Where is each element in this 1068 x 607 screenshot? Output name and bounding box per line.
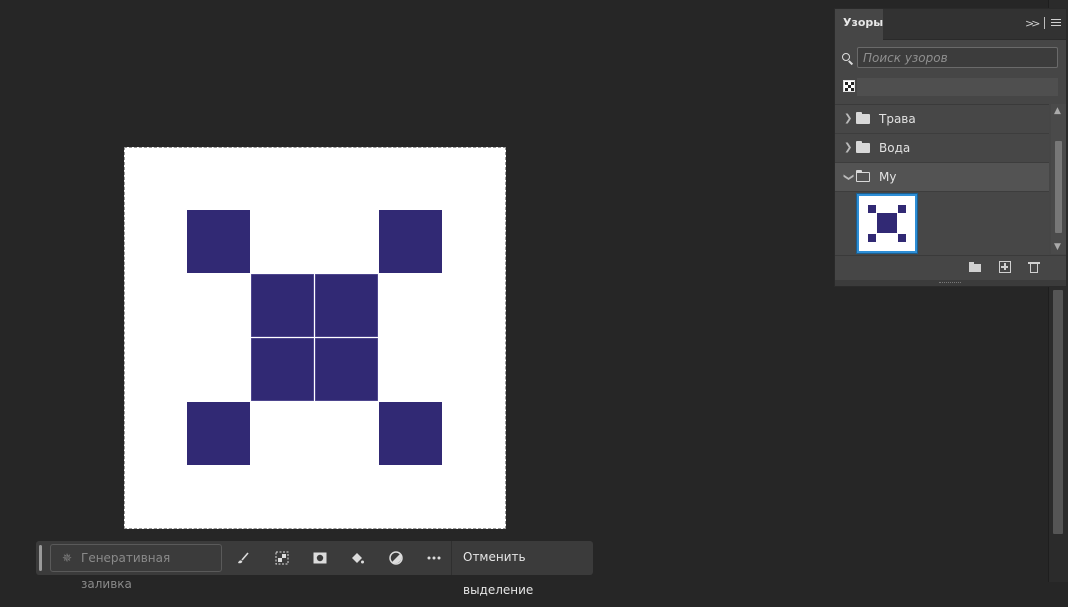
- pattern-square: [315, 274, 378, 337]
- divider: [1044, 17, 1045, 29]
- pattern-square: [379, 402, 442, 465]
- chevron-right-icon[interactable]: ❯: [844, 105, 852, 133]
- new-pattern-icon[interactable]: [999, 261, 1011, 273]
- sparkle-icon: ✵: [62, 551, 73, 565]
- pattern-grid: [835, 192, 1049, 257]
- folder-icon: [856, 141, 870, 153]
- pattern-square: [379, 210, 442, 273]
- taskbar-drag-handle[interactable]: [39, 545, 42, 571]
- document-canvas[interactable]: [124, 147, 506, 529]
- adjustment-icon[interactable]: [388, 550, 404, 566]
- pattern-tile-selected[interactable]: [856, 193, 918, 254]
- pattern-square: [187, 402, 250, 465]
- deselect-button[interactable]: Отменить выделение: [454, 541, 593, 597]
- pattern-square: [251, 274, 314, 337]
- chevron-right-icon[interactable]: ❯: [844, 134, 852, 162]
- pattern-square: [187, 210, 250, 273]
- search-row: [835, 40, 1066, 76]
- folder-icon: [856, 112, 870, 124]
- search-icon: [842, 53, 850, 61]
- scroll-up-icon[interactable]: ▲: [1054, 106, 1061, 116]
- recent-patterns-strip: [857, 78, 1058, 96]
- tab-patterns[interactable]: Узоры: [835, 9, 883, 40]
- generative-fill-button[interactable]: ✵ Генеративная заливка: [50, 544, 222, 591]
- panel-footer: [835, 255, 1066, 280]
- group-row-my[interactable]: ❯ My: [835, 163, 1049, 192]
- open-folder-icon: [855, 169, 870, 182]
- collapse-icon[interactable]: >>: [1025, 17, 1041, 30]
- workspace-scrollbar-thumb[interactable]: [1053, 290, 1063, 534]
- group-label: My: [879, 170, 897, 184]
- list-scrollbar[interactable]: ▲ ▼: [1051, 104, 1066, 254]
- new-group-icon[interactable]: [969, 261, 982, 274]
- panel-resize-grip[interactable]: [835, 280, 1066, 286]
- generative-fill-label: Генеративная заливка: [81, 551, 171, 591]
- panel-menu-icon[interactable]: [1051, 19, 1061, 28]
- fill-icon[interactable]: [349, 550, 365, 566]
- trash-icon[interactable]: [1028, 261, 1041, 274]
- pattern-square: [251, 338, 314, 401]
- mask-icon[interactable]: [312, 550, 328, 566]
- search-input[interactable]: [857, 47, 1058, 68]
- transform-selection-icon[interactable]: [274, 550, 290, 566]
- panel-tab-bar: Узоры >>: [835, 9, 1066, 40]
- group-label: Вода: [879, 141, 911, 155]
- patterns-panel: Узоры >> ❯ Трава ❯ Вода ❯ My: [834, 8, 1067, 287]
- list-scrollbar-thumb[interactable]: [1055, 141, 1062, 233]
- group-row-grass[interactable]: ❯ Трава: [835, 105, 1049, 134]
- contextual-taskbar: ✵ Генеративная заливка Отменить выделени…: [36, 541, 593, 597]
- pattern-square: [315, 338, 378, 401]
- pattern-groups-list: ❯ Трава ❯ Вода ❯ My: [835, 104, 1049, 255]
- group-label: Трава: [879, 112, 916, 126]
- recent-patterns-row: [835, 76, 1066, 100]
- brush-icon[interactable]: [235, 550, 251, 566]
- divider: [451, 541, 452, 575]
- more-icon[interactable]: [426, 550, 442, 566]
- group-row-water[interactable]: ❯ Вода: [835, 134, 1049, 163]
- recent-pattern-thumb[interactable]: [843, 80, 855, 92]
- scroll-down-icon[interactable]: ▼: [1054, 242, 1061, 252]
